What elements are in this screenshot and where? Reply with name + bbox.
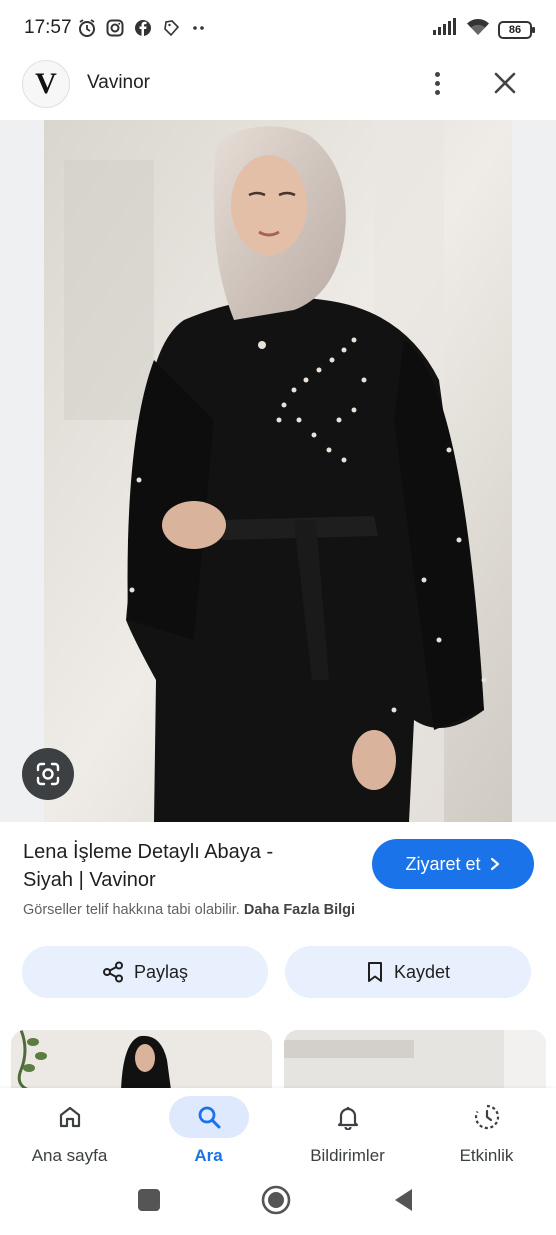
share-label: Paylaş — [133, 961, 189, 982]
share-button[interactable]: Paylaş — [22, 946, 268, 998]
visit-button[interactable]: Ziyaret et — [372, 839, 534, 889]
instagram-icon — [105, 18, 125, 38]
save-label: Kaydet — [393, 961, 451, 982]
nav-label-home: Ana sayfa — [31, 1146, 108, 1165]
signal-icon — [432, 18, 458, 41]
tag-icon — [161, 18, 181, 38]
nav-item-search[interactable]: Ara — [139, 1088, 278, 1176]
image-preview-area — [0, 120, 556, 822]
back-button[interactable] — [392, 1187, 414, 1213]
related-image-1[interactable] — [11, 1030, 272, 1090]
site-name[interactable]: Vavinor — [87, 72, 150, 94]
lens-search-button[interactable] — [22, 748, 74, 800]
battery-icon: 86 — [498, 20, 535, 39]
facebook-icon — [133, 18, 153, 38]
product-image[interactable] — [44, 120, 512, 822]
nav-item-notifications[interactable]: Bildirimler — [278, 1088, 417, 1176]
bottom-navigation: Ana sayfa Ara Bildirimler Etkinlik — [0, 1088, 556, 1176]
status-time: 17:57 — [24, 17, 72, 38]
more-notifications-icon — [189, 18, 209, 38]
viewer-header: V Vavinor — [0, 58, 556, 120]
alarm-icon — [77, 18, 97, 38]
related-image-2[interactable] — [284, 1030, 546, 1090]
activity-icon — [474, 1104, 499, 1130]
nav-label-notifications: Bildirimler — [310, 1146, 385, 1165]
close-icon[interactable] — [490, 68, 520, 98]
wifi-icon — [466, 18, 490, 41]
system-navigation-bar — [0, 1176, 556, 1235]
home-icon — [59, 1106, 80, 1128]
bell-icon — [337, 1107, 358, 1130]
status-bar: 17:57 86 — [0, 0, 556, 58]
visit-button-label: Ziyaret et — [405, 853, 481, 874]
share-icon — [102, 961, 123, 983]
search-icon — [198, 1106, 220, 1129]
home-button[interactable] — [261, 1185, 291, 1215]
notification-icons — [77, 18, 209, 38]
more-options-icon[interactable] — [424, 66, 450, 100]
nav-item-activity[interactable]: Etkinlik — [417, 1088, 556, 1176]
recents-button[interactable] — [138, 1189, 160, 1211]
lens-icon — [36, 762, 60, 786]
bookmark-icon — [367, 962, 382, 982]
copyright-text: Görseller telif hakkına tabi olabilir. — [23, 902, 240, 918]
system-status-icons: 86 — [432, 18, 535, 41]
more-info-link[interactable]: Daha Fazla Bilgi — [244, 902, 355, 918]
nav-item-home[interactable]: Ana sayfa — [0, 1088, 139, 1176]
copyright-notice: Görseller telif hakkına tabi olabilir. D… — [23, 902, 355, 918]
result-title[interactable]: Lena İşleme Detaylı Abaya - Siyah | Vavi… — [23, 838, 323, 894]
site-logo: V — [22, 60, 70, 108]
nav-label-activity: Etkinlik — [459, 1146, 514, 1165]
nav-label-search: Ara — [194, 1146, 223, 1165]
chevron-right-icon — [490, 857, 499, 871]
save-button[interactable]: Kaydet — [285, 946, 531, 998]
